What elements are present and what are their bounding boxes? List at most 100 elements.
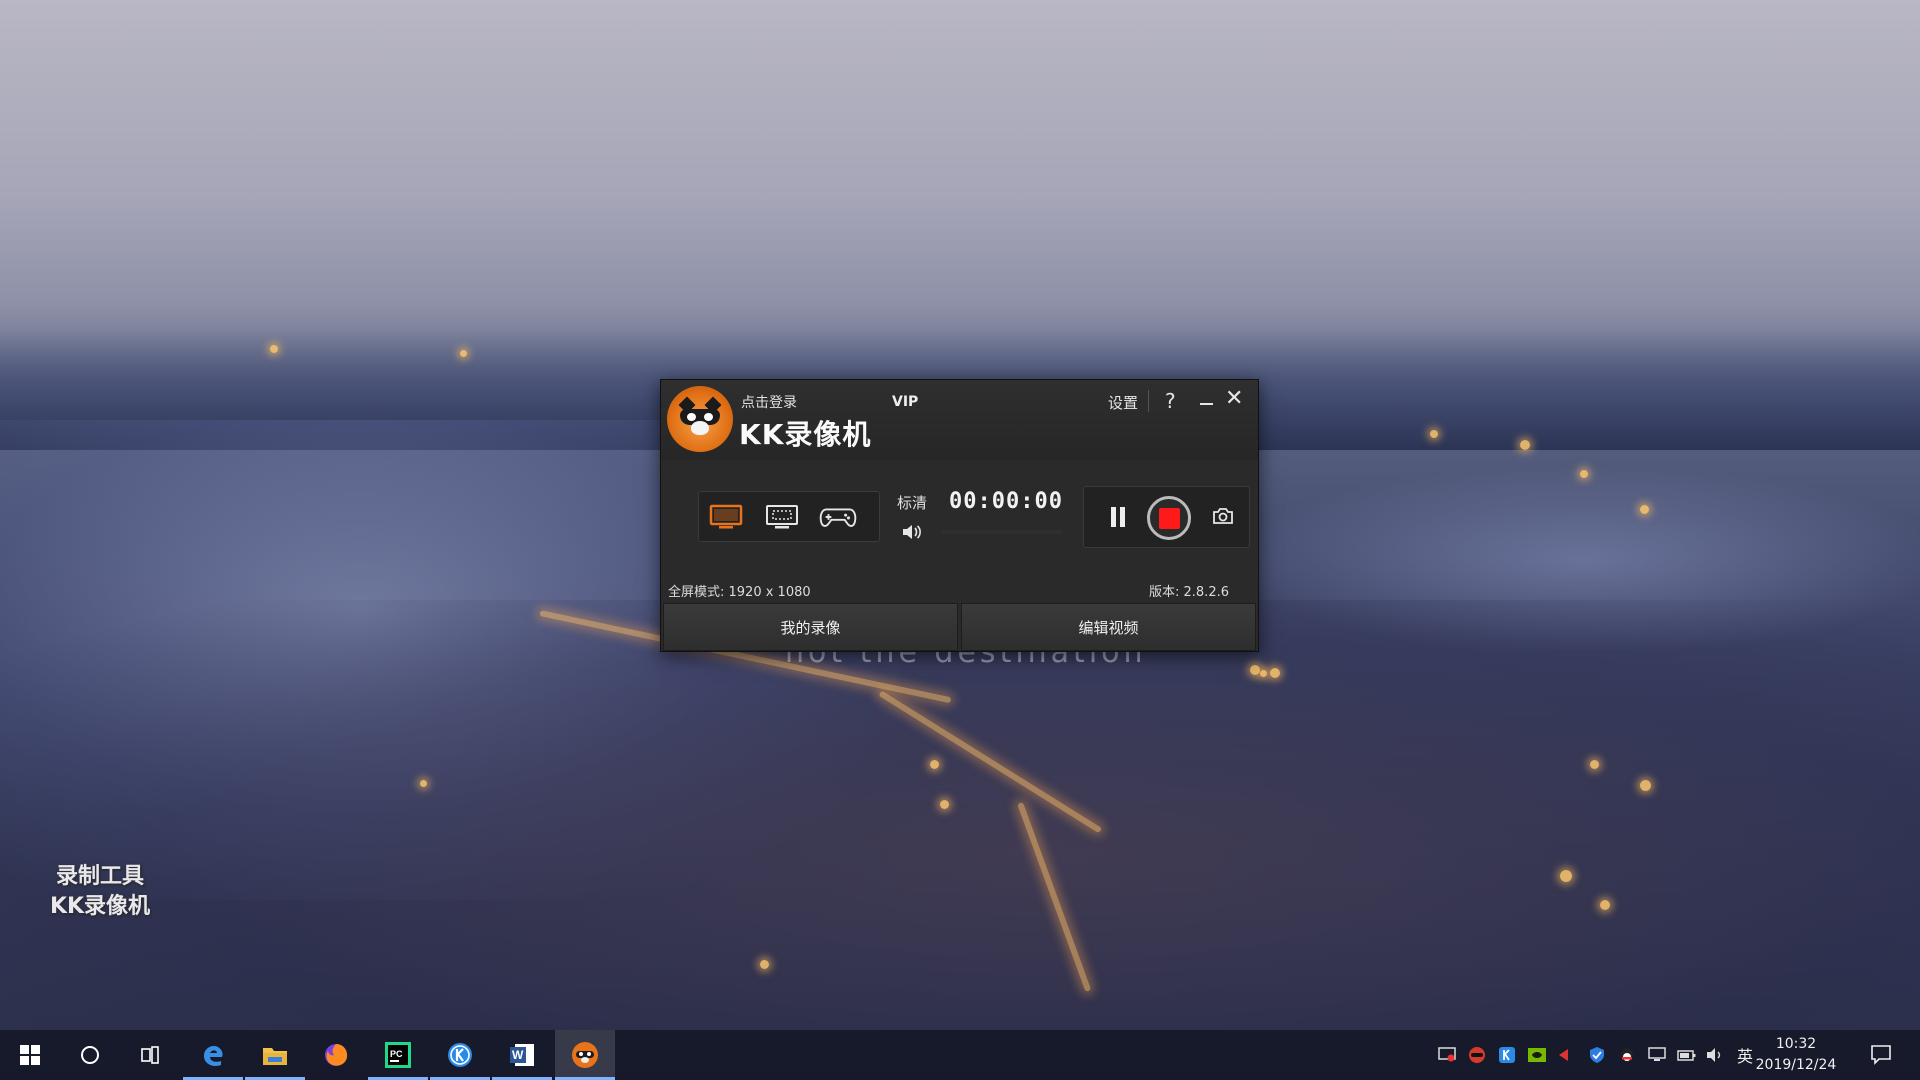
kk-recorder-window: 点击登录 VIP KK录像机 设置 ? ✕ 标清 00:00:00 全屏模式: … bbox=[660, 379, 1259, 652]
raccoon-face bbox=[677, 396, 723, 439]
edge-icon bbox=[204, 1046, 223, 1066]
cortana-search-icon bbox=[81, 1046, 99, 1064]
wallpaper-light bbox=[1640, 780, 1651, 791]
tray-kk[interactable] bbox=[1467, 1045, 1487, 1065]
watermark-line2: KK录像机 bbox=[49, 894, 151, 919]
fullscreen-mode-info: 全屏模式: 1920 x 1080 bbox=[668, 585, 811, 600]
screenshot-button[interactable] bbox=[1212, 507, 1234, 525]
start-button[interactable] bbox=[0, 1030, 60, 1080]
wallpaper-light bbox=[1590, 760, 1599, 769]
edit-video-button[interactable]: 编辑视频 bbox=[961, 603, 1256, 651]
windows-start-icon bbox=[20, 1045, 40, 1065]
quality-selector[interactable]: 标清 bbox=[897, 492, 927, 513]
tray-battery[interactable] bbox=[1677, 1045, 1697, 1065]
recording-timer: 00:00:00 bbox=[949, 489, 1063, 514]
raccoon-snout bbox=[691, 421, 709, 435]
vip-link[interactable]: VIP bbox=[892, 394, 918, 410]
wallpaper-light bbox=[270, 345, 278, 353]
kk-tray-icon bbox=[1469, 1047, 1485, 1063]
settings-button[interactable]: 设置 bbox=[1108, 392, 1138, 413]
login-link[interactable]: 点击登录 bbox=[741, 392, 797, 412]
taskbar-file-explorer[interactable] bbox=[245, 1030, 305, 1080]
tray-red-arrow[interactable] bbox=[1553, 1045, 1573, 1065]
shield-icon bbox=[1590, 1047, 1604, 1063]
region-mode-icon bbox=[766, 505, 798, 529]
tray-security[interactable] bbox=[1587, 1045, 1607, 1065]
task-view-button[interactable] bbox=[120, 1030, 180, 1080]
notification-icon bbox=[1871, 1045, 1891, 1065]
task-view-icon bbox=[141, 1046, 159, 1064]
wallpaper-light bbox=[1250, 665, 1260, 675]
word-icon: W bbox=[510, 1044, 534, 1066]
tray-volume[interactable] bbox=[1705, 1045, 1725, 1065]
close-button[interactable]: ✕ bbox=[1225, 386, 1243, 411]
minimize-button[interactable] bbox=[1198, 388, 1214, 410]
svg-text:W: W bbox=[512, 1048, 524, 1062]
taskbar-kk-recorder[interactable] bbox=[555, 1030, 615, 1080]
stop-icon bbox=[1158, 507, 1180, 529]
taskbar-firefox[interactable] bbox=[306, 1030, 366, 1080]
volume-level-bar[interactable] bbox=[941, 530, 1061, 534]
wallpaper-light bbox=[1640, 505, 1649, 514]
game-mode-icon bbox=[819, 508, 857, 527]
pycharm-icon: PC bbox=[385, 1042, 411, 1068]
taskbar: PC W 英 10:32 2019/12/24 bbox=[0, 1030, 1920, 1080]
app-title: KK录像机 bbox=[739, 418, 872, 451]
tray-k-app[interactable] bbox=[1497, 1045, 1517, 1065]
bottom-tabs: 我的录像 编辑视频 bbox=[663, 603, 1258, 651]
my-recordings-button[interactable]: 我的录像 bbox=[663, 603, 958, 651]
taskbar-pycharm[interactable]: PC bbox=[368, 1030, 428, 1080]
wallpaper-light bbox=[460, 350, 467, 357]
game-mode-button[interactable] bbox=[819, 501, 857, 533]
svg-text:PC: PC bbox=[390, 1049, 403, 1059]
clock-time: 10:32 bbox=[1775, 1036, 1817, 1052]
firefox-icon bbox=[325, 1044, 348, 1066]
tray-qq[interactable] bbox=[1617, 1045, 1637, 1065]
header-divider bbox=[1148, 390, 1149, 412]
tray-nvidia[interactable] bbox=[1527, 1045, 1547, 1065]
tray-network[interactable] bbox=[1647, 1045, 1667, 1065]
wallpaper-light bbox=[1260, 670, 1267, 677]
system-clock[interactable]: 10:32 2019/12/24 bbox=[1746, 1034, 1846, 1076]
wallpaper-light bbox=[1600, 900, 1610, 910]
tray-recorder-status[interactable] bbox=[1437, 1045, 1457, 1065]
qq-icon bbox=[1621, 1048, 1633, 1062]
search-button[interactable] bbox=[60, 1030, 120, 1080]
red-arrow-icon bbox=[1559, 1049, 1568, 1061]
file-explorer-icon bbox=[263, 1048, 287, 1065]
wallpaper-light bbox=[1270, 668, 1280, 678]
wallpaper-light bbox=[1430, 430, 1438, 438]
k-app-icon bbox=[448, 1043, 472, 1067]
raccoon-eye bbox=[704, 413, 713, 421]
recorder-header: 点击登录 VIP KK录像机 设置 ? ✕ bbox=[661, 380, 1258, 460]
volume-button[interactable] bbox=[901, 523, 923, 541]
record-stop-button[interactable] bbox=[1147, 496, 1191, 540]
wallpaper-light bbox=[940, 800, 949, 809]
taskbar-word[interactable]: W bbox=[492, 1030, 552, 1080]
volume-icon bbox=[1707, 1048, 1721, 1062]
raccoon-eye bbox=[687, 413, 696, 421]
fullscreen-mode-button[interactable] bbox=[707, 501, 745, 533]
kk-recorder-icon bbox=[572, 1042, 598, 1068]
version-info: 版本: 2.8.2.6 bbox=[1149, 585, 1229, 600]
help-button[interactable]: ? bbox=[1165, 389, 1176, 413]
clock-date: 2019/12/24 bbox=[1755, 1057, 1837, 1073]
nvidia-icon bbox=[1528, 1048, 1546, 1062]
recording-controls bbox=[1083, 486, 1250, 548]
battery-icon bbox=[1677, 1050, 1696, 1061]
recorder-watermark: 录制工具 KK录像机 bbox=[30, 862, 170, 922]
k-tray-icon bbox=[1499, 1047, 1515, 1063]
action-center-button[interactable] bbox=[1870, 1043, 1892, 1065]
taskbar-edge[interactable] bbox=[183, 1030, 243, 1080]
pause-button[interactable] bbox=[1111, 507, 1125, 527]
taskbar-k-app[interactable] bbox=[430, 1030, 490, 1080]
screen-record-tray-icon bbox=[1438, 1047, 1456, 1062]
wallpaper-light bbox=[1520, 440, 1530, 450]
kk-logo-icon[interactable] bbox=[667, 386, 733, 452]
wallpaper-light bbox=[420, 780, 427, 787]
capture-mode-group bbox=[698, 491, 880, 542]
region-mode-button[interactable] bbox=[763, 501, 801, 533]
fullscreen-mode-icon bbox=[709, 504, 743, 529]
speaker-icon bbox=[903, 525, 921, 539]
camera-icon bbox=[1213, 508, 1233, 524]
